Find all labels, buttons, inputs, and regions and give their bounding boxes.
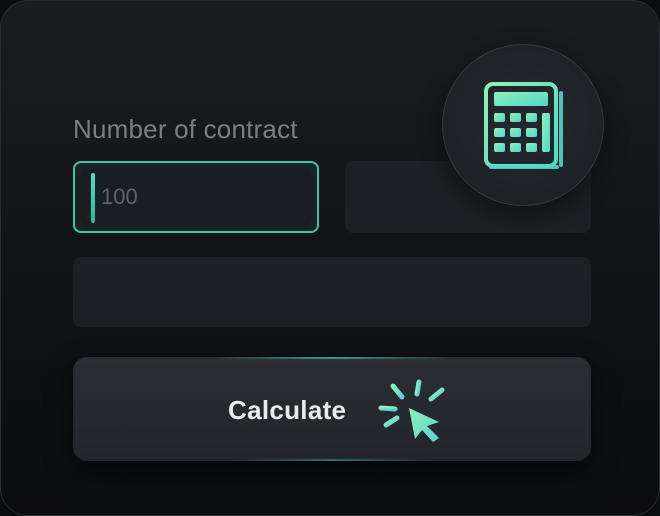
wide-input-field[interactable] <box>73 257 591 327</box>
calculator-icon <box>484 82 563 169</box>
calculate-button-label: Calculate <box>228 395 347 425</box>
calculator-badge <box>442 44 604 206</box>
contract-count-label: Number of contract <box>73 114 298 144</box>
contract-count-input[interactable]: 100 <box>73 161 319 233</box>
text-caret <box>91 173 95 223</box>
calculator-card: Number of contract 100 Calculate <box>0 0 660 516</box>
click-cursor-icon <box>378 379 445 442</box>
calculate-button[interactable]: Calculate <box>73 357 591 461</box>
contract-count-value: 100 <box>101 184 138 209</box>
